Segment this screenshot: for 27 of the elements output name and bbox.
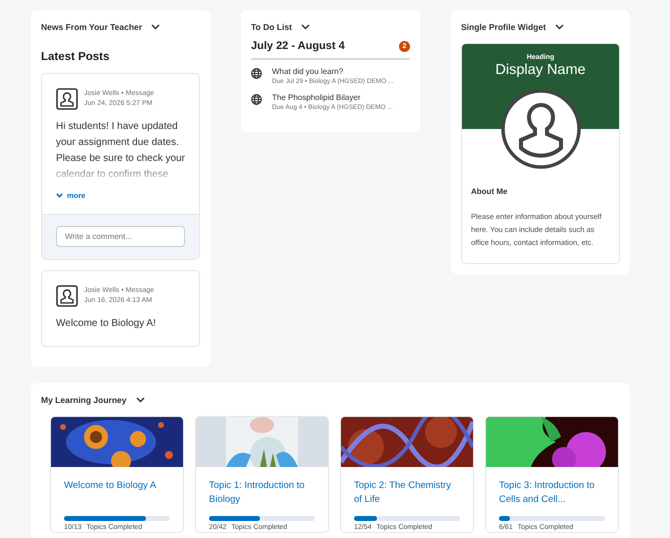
chevron-down-icon (56, 193, 63, 198)
comment-field[interactable]: Write a comment... (56, 226, 185, 247)
chevron-down-icon[interactable] (151, 24, 160, 30)
chevron-down-icon[interactable] (554, 24, 564, 30)
todo-title[interactable]: The Phospholipid Bilayer (272, 92, 393, 103)
display-name: Display Name (495, 62, 586, 78)
user-avatar-icon (56, 285, 78, 307)
globe-icon (251, 94, 262, 105)
about-heading: About Me (471, 187, 508, 196)
post-text: Hi students! I have updated your assignment due dates. Please be sure to check your calendar to confirm these (56, 120, 186, 182)
todo-title[interactable]: What did you learn? (272, 66, 394, 77)
date-range: July 22 - August 4 (251, 40, 345, 52)
course-title[interactable]: Welcome to Biology A (64, 479, 164, 507)
course-title[interactable]: Topic 2: The Chemistry of Life (354, 479, 454, 507)
chevron-down-icon[interactable] (136, 397, 144, 403)
user-avatar-icon (56, 88, 78, 110)
globe-icon (251, 68, 262, 79)
user-avatar-icon (500, 89, 580, 169)
widget-title: News From Your Teacher (41, 22, 142, 32)
widget-title: To Do List (251, 22, 292, 32)
course-title[interactable]: Topic 3: Introduction to Cells and Cell... (499, 479, 599, 507)
section-heading: Latest Posts (41, 51, 110, 63)
widget-title: My Learning Journey (41, 395, 126, 405)
chevron-down-icon[interactable] (300, 24, 310, 30)
widget-title: Single Profile Widget (461, 22, 546, 32)
post-text: Welcome to Biology A! (56, 317, 157, 331)
course-title[interactable]: Topic 1: Introduction to Biology (209, 479, 309, 507)
